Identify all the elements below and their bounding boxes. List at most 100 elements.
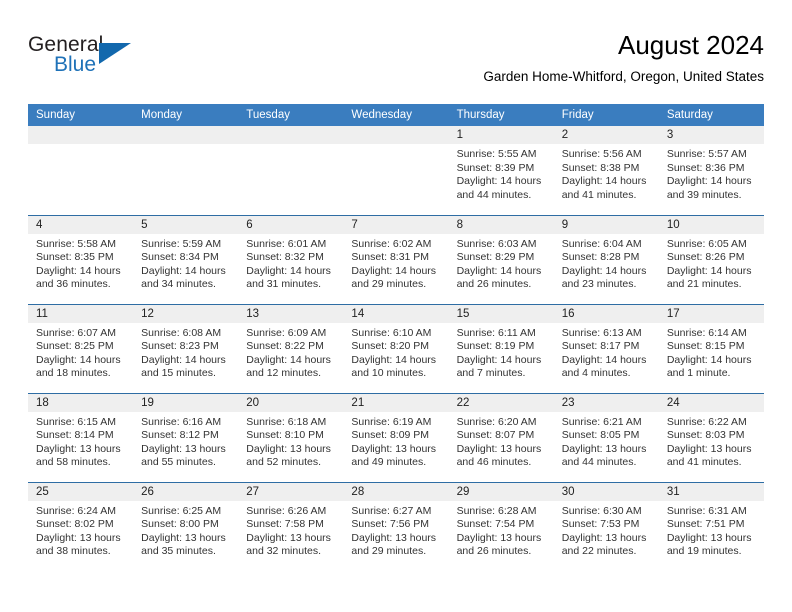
day-number — [28, 126, 134, 144]
calendar-day-cell[interactable]: 21 Sunrise: 6:19 AM Sunset: 8:09 PM Dayligh… — [343, 392, 449, 482]
calendar-day-cell[interactable]: 30 Sunrise: 6:30 AM Sunset: 7:53 PM Dayligh… — [553, 481, 659, 571]
day-number — [238, 126, 344, 144]
day-details: Sunrise: 6:02 AM Sunset: 8:31 PM Daylight:… — [343, 234, 448, 292]
daylight-text-line2: and 29 minutes. — [351, 278, 427, 291]
day-number: 2 — [553, 126, 659, 144]
calendar-day-cell[interactable]: 9 Sunrise: 6:04 AM Sunset: 8:28 PM Daylight… — [553, 214, 659, 304]
sunrise-text: Sunrise: 6:27 AM — [351, 504, 432, 517]
day-details: Sunrise: 6:11 AM Sunset: 8:19 PM Daylight:… — [449, 323, 554, 381]
calendar-day-cell[interactable]: 16 Sunrise: 6:13 AM Sunset: 8:17 PM Dayligh… — [553, 303, 659, 393]
calendar-day-cell[interactable]: 24 Sunrise: 6:22 AM Sunset: 8:03 PM Dayligh… — [658, 392, 764, 482]
sunrise-text: Sunrise: 6:01 AM — [246, 237, 327, 250]
day-number: 20 — [238, 393, 344, 412]
daylight-text-line1: Daylight: 13 hours — [456, 531, 542, 544]
sunset-text: Sunset: 8:03 PM — [666, 429, 745, 442]
daylight-text-line1: Daylight: 13 hours — [246, 531, 331, 544]
sunrise-text: Sunrise: 6:24 AM — [36, 504, 116, 517]
day-number: 21 — [343, 393, 449, 412]
daylight-text-line1: Daylight: 13 hours — [246, 442, 331, 455]
calendar-day-cell[interactable]: 20 Sunrise: 6:18 AM Sunset: 8:10 PM Dayligh… — [238, 392, 344, 482]
day-details: Sunrise: 6:01 AM Sunset: 8:32 PM Daylight:… — [238, 234, 343, 292]
calendar-day-cell[interactable]: 14 Sunrise: 6:10 AM Sunset: 8:20 PM Dayligh… — [343, 303, 449, 393]
daylight-text-line2: and 55 minutes. — [141, 456, 216, 469]
daylight-text-line1: Daylight: 14 hours — [351, 264, 437, 277]
calendar-day-cell[interactable]: 11 Sunrise: 6:07 AM Sunset: 8:25 PM Dayligh… — [28, 303, 134, 393]
calendar-day-cell[interactable]: 28 Sunrise: 6:27 AM Sunset: 7:56 PM Dayligh… — [343, 481, 449, 571]
page-header: General Blue August 2024 Garden Home-Whi… — [28, 28, 764, 100]
calendar-day-cell[interactable]: 22 Sunrise: 6:20 AM Sunset: 8:07 PM Dayligh… — [448, 392, 554, 482]
day-details: Sunrise: 6:04 AM Sunset: 8:28 PM Daylight:… — [554, 234, 659, 292]
sunset-text: Sunset: 8:36 PM — [666, 161, 745, 174]
daylight-text-line2: and 18 minutes. — [36, 367, 111, 380]
calendar-day-cell[interactable]: 25 Sunrise: 6:24 AM Sunset: 8:02 PM Dayligh… — [28, 481, 134, 571]
day-details: Sunrise: 5:55 AM Sunset: 8:39 PM Daylight:… — [449, 144, 554, 202]
calendar-day-cell[interactable]: 2 Sunrise: 5:56 AM Sunset: 8:38 PM Daylight… — [553, 126, 659, 215]
sunset-text: Sunset: 8:25 PM — [36, 340, 114, 353]
calendar-day-cell[interactable]: 5 Sunrise: 5:59 AM Sunset: 8:34 PM Daylight… — [133, 214, 239, 304]
sunset-text: Sunset: 7:54 PM — [456, 518, 535, 531]
daylight-text-line2: and 15 minutes. — [141, 367, 216, 380]
calendar-day-cell-empty — [133, 126, 239, 215]
day-details: Sunrise: 6:24 AM Sunset: 8:02 PM Daylight:… — [28, 501, 133, 559]
sunset-text: Sunset: 8:28 PM — [561, 251, 640, 264]
day-number: 12 — [133, 304, 239, 323]
daylight-text-line2: and 23 minutes. — [561, 278, 637, 291]
sunrise-text: Sunrise: 5:56 AM — [561, 148, 642, 160]
daylight-text-line2: and 26 minutes. — [456, 545, 532, 558]
daylight-text-line2: and 34 minutes. — [141, 278, 216, 291]
daylight-text-line1: Daylight: 13 hours — [36, 442, 121, 455]
calendar-day-cell[interactable]: 3 Sunrise: 5:57 AM Sunset: 8:36 PM Daylight… — [658, 126, 764, 215]
day-details: Sunrise: 6:05 AM Sunset: 8:26 PM Daylight:… — [659, 234, 764, 292]
calendar-day-cell[interactable]: 26 Sunrise: 6:25 AM Sunset: 8:00 PM Dayligh… — [133, 481, 239, 571]
sunset-text: Sunset: 8:26 PM — [666, 251, 745, 264]
sunset-text: Sunset: 7:53 PM — [561, 518, 640, 531]
day-details: Sunrise: 6:10 AM Sunset: 8:20 PM Daylight:… — [343, 323, 448, 381]
calendar-day-cell[interactable]: 15 Sunrise: 6:11 AM Sunset: 8:19 PM Dayligh… — [448, 303, 554, 393]
calendar-day-cell[interactable]: 12 Sunrise: 6:08 AM Sunset: 8:23 PM Dayligh… — [133, 303, 239, 393]
daylight-text-line2: and 46 minutes. — [456, 456, 532, 469]
calendar-day-cell[interactable]: 31 Sunrise: 6:31 AM Sunset: 7:51 PM Dayligh… — [658, 481, 764, 571]
brand-name-blue: Blue — [54, 53, 97, 76]
sunset-text: Sunset: 8:35 PM — [36, 251, 114, 264]
sunrise-text: Sunrise: 5:59 AM — [141, 237, 222, 250]
calendar-day-cell[interactable]: 10 Sunrise: 6:05 AM Sunset: 8:26 PM Dayligh… — [658, 214, 764, 304]
weekday-header-thursday: Thursday — [448, 104, 554, 126]
calendar-day-cell[interactable]: 4 Sunrise: 5:58 AM Sunset: 8:35 PM Daylight… — [28, 214, 134, 304]
day-details: Sunrise: 6:19 AM Sunset: 8:09 PM Daylight:… — [343, 412, 448, 470]
day-number: 5 — [133, 215, 239, 234]
calendar-day-cell[interactable]: 18 Sunrise: 6:15 AM Sunset: 8:14 PM Dayligh… — [28, 392, 134, 482]
daylight-text-line2: and 29 minutes. — [351, 545, 427, 558]
day-number: 24 — [658, 393, 764, 412]
weekday-header-wednesday: Wednesday — [343, 104, 449, 126]
daylight-text-line2: and 22 minutes. — [561, 545, 637, 558]
daylight-text-line2: and 44 minutes. — [561, 456, 637, 469]
sunset-text: Sunset: 8:05 PM — [561, 429, 640, 442]
day-number — [343, 126, 449, 144]
calendar-day-cell[interactable]: 1 Sunrise: 5:55 AM Sunset: 8:39 PM Daylight… — [448, 126, 554, 215]
calendar-week-row: 11 Sunrise: 6:07 AM Sunset: 8:25 PM Dayligh… — [28, 303, 764, 393]
daylight-text-line2: and 21 minutes. — [666, 278, 742, 291]
calendar-day-cell[interactable]: 23 Sunrise: 6:21 AM Sunset: 8:05 PM Dayligh… — [553, 392, 659, 482]
day-details: Sunrise: 6:27 AM Sunset: 7:56 PM Daylight:… — [343, 501, 448, 559]
day-number: 29 — [448, 482, 554, 501]
day-number: 19 — [133, 393, 239, 412]
calendar-day-cell[interactable]: 7 Sunrise: 6:02 AM Sunset: 8:31 PM Daylight… — [343, 214, 449, 304]
sunset-text: Sunset: 8:19 PM — [456, 340, 535, 353]
daylight-text-line1: Daylight: 13 hours — [141, 442, 226, 455]
weekday-header-tuesday: Tuesday — [238, 104, 344, 126]
brand-logo[interactable]: General Blue — [28, 34, 158, 86]
day-number — [133, 126, 239, 144]
day-details: Sunrise: 6:22 AM Sunset: 8:03 PM Daylight:… — [659, 412, 764, 470]
daylight-text-line1: Daylight: 14 hours — [666, 175, 752, 188]
day-details: Sunrise: 6:07 AM Sunset: 8:25 PM Daylight:… — [28, 323, 133, 381]
calendar-day-cell[interactable]: 13 Sunrise: 6:09 AM Sunset: 8:22 PM Dayligh… — [238, 303, 344, 393]
calendar-day-cell[interactable]: 29 Sunrise: 6:28 AM Sunset: 7:54 PM Dayligh… — [448, 481, 554, 571]
calendar-day-cell[interactable]: 17 Sunrise: 6:14 AM Sunset: 8:15 PM Dayligh… — [658, 303, 764, 393]
calendar-day-cell[interactable]: 6 Sunrise: 6:01 AM Sunset: 8:32 PM Daylight… — [238, 214, 344, 304]
calendar-day-cell[interactable]: 27 Sunrise: 6:26 AM Sunset: 7:58 PM Dayligh… — [238, 481, 344, 571]
daylight-text-line2: and 58 minutes. — [36, 456, 111, 469]
sunset-text: Sunset: 8:22 PM — [246, 340, 324, 353]
daylight-text-line2: and 31 minutes. — [246, 278, 321, 291]
calendar-day-cell[interactable]: 19 Sunrise: 6:16 AM Sunset: 8:12 PM Dayligh… — [133, 392, 239, 482]
calendar-day-cell[interactable]: 8 Sunrise: 6:03 AM Sunset: 8:29 PM Daylight… — [448, 214, 554, 304]
